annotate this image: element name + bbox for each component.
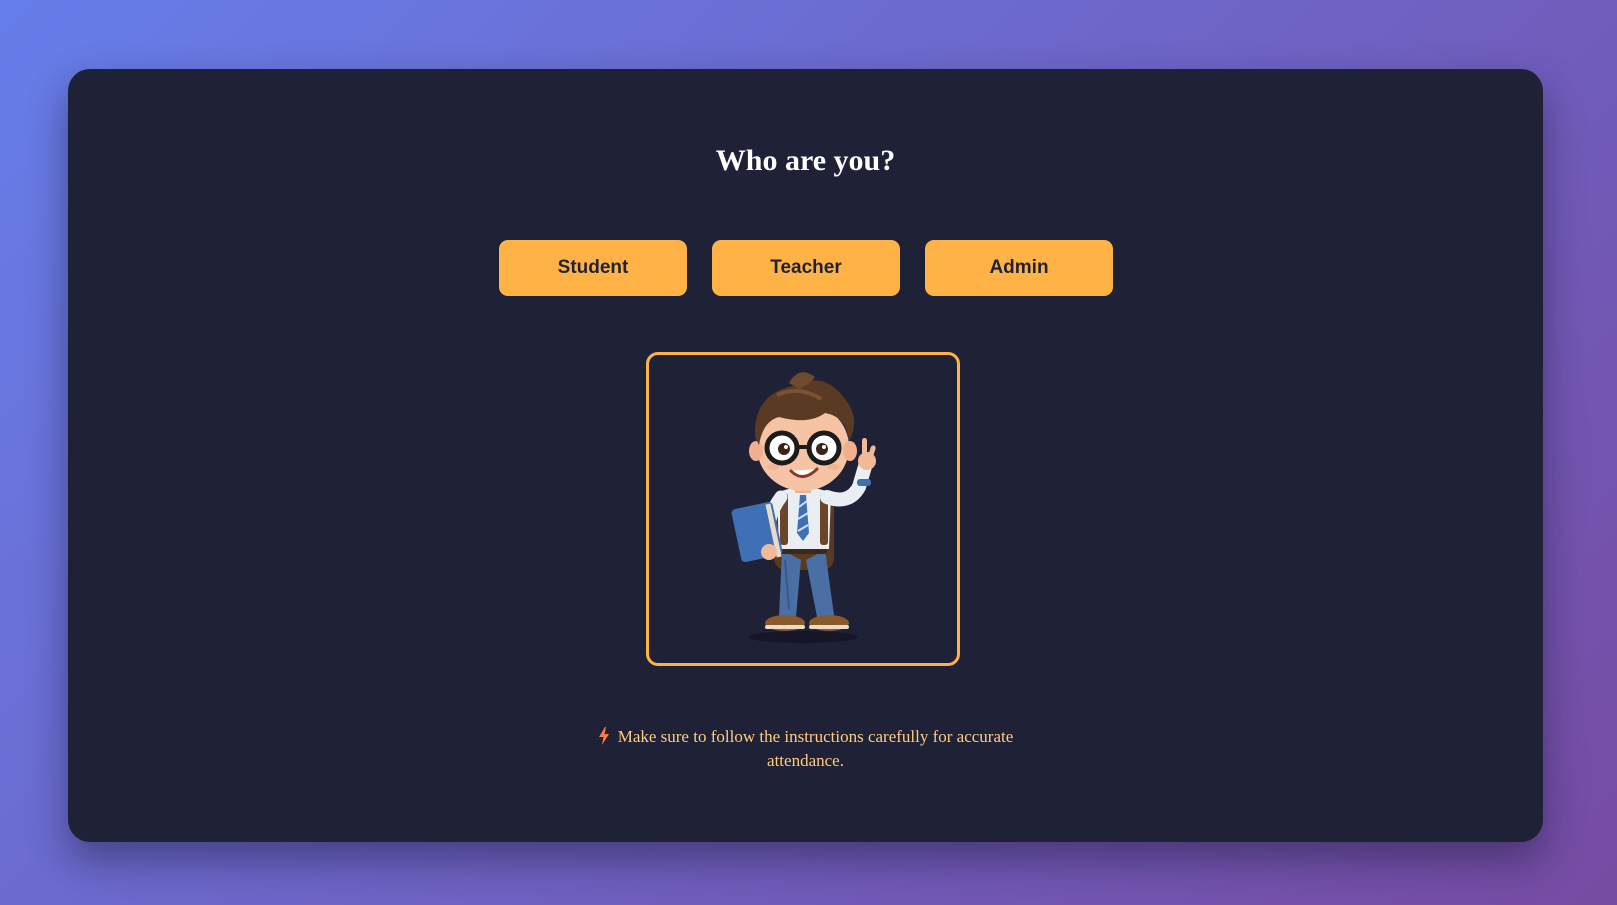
admin-button[interactable]: Admin bbox=[925, 240, 1113, 296]
role-selection-card: Who are you? Student Teacher Admin Make … bbox=[68, 69, 1543, 842]
role-button-group: Student Teacher Admin bbox=[499, 240, 1113, 296]
student-character-illustration bbox=[731, 372, 876, 643]
instruction-text: Make sure to follow the instructions car… bbox=[617, 727, 1014, 770]
lightning-bolt-icon bbox=[598, 727, 609, 745]
page-title: Who are you? bbox=[715, 144, 896, 177]
teacher-button[interactable]: Teacher bbox=[712, 240, 900, 296]
avatar-frame bbox=[646, 352, 960, 666]
instruction-notice: Make sure to follow the instructions car… bbox=[68, 725, 1543, 773]
student-button[interactable]: Student bbox=[499, 240, 687, 296]
